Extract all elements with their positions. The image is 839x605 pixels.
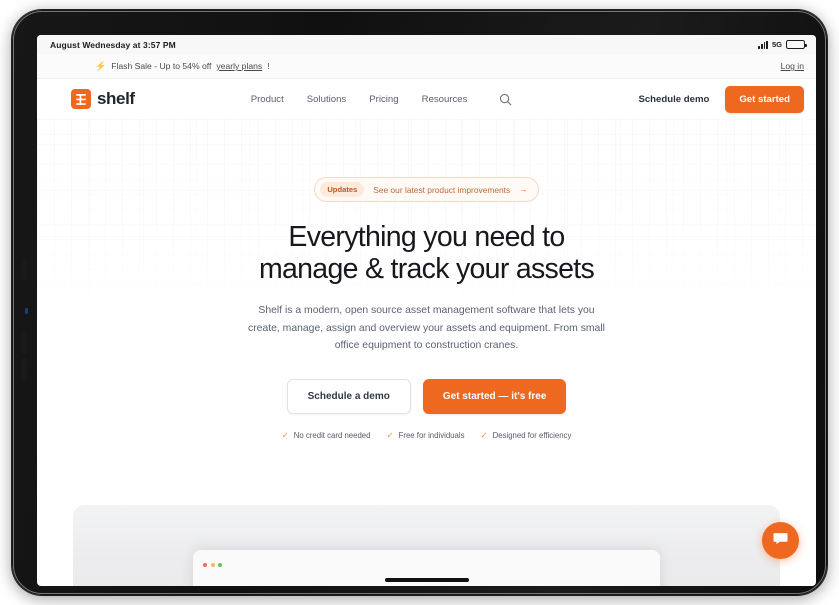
- site-logo[interactable]: shelf: [71, 89, 135, 109]
- login-link[interactable]: Log in: [781, 61, 804, 71]
- nav-item-pricing[interactable]: Pricing: [369, 94, 398, 105]
- window-minimize-dot-icon: [210, 563, 215, 567]
- search-icon[interactable]: [498, 92, 513, 107]
- promo-prefix: Flash Sale - Up to 54% off: [111, 61, 212, 71]
- hero-title-line-1: Everything you need to: [288, 221, 565, 253]
- status-bar-indicators: 5G: [758, 40, 807, 49]
- updates-pill-text: See our latest product improvements: [373, 184, 511, 195]
- hero-feature-list: ✓ No credit card needed ✓ Free for indiv…: [37, 431, 816, 440]
- promo-link[interactable]: yearly plans: [216, 61, 262, 71]
- arrow-right-icon: →: [519, 184, 528, 195]
- feature-item: ✓ Designed for efficiency: [480, 431, 571, 440]
- get-started-button[interactable]: Get started: [725, 85, 804, 113]
- nav-item-solutions[interactable]: Solutions: [307, 94, 346, 105]
- feature-item: ✓ No credit card needed: [282, 431, 371, 440]
- schedule-a-demo-button[interactable]: Schedule a demo: [286, 378, 411, 414]
- device-volume-down-button[interactable]: [22, 332, 27, 354]
- status-bar: August Wednesday at 3:57 PM 5G: [37, 35, 816, 54]
- feature-label: Free for individuals: [398, 430, 465, 440]
- device-volume-up-button[interactable]: [22, 258, 27, 280]
- check-icon: ✓: [281, 430, 289, 440]
- shelf-logo-icon: [71, 89, 91, 109]
- hero-content: Updates See our latest product improveme…: [37, 177, 816, 440]
- window-maximize-dot-icon: [218, 563, 222, 567]
- device-power-button[interactable]: [22, 358, 27, 380]
- site-logo-text: shelf: [97, 89, 135, 108]
- hero-cta-group: Schedule a demo Get started — it's free: [37, 378, 816, 414]
- device-screen: August Wednesday at 3:57 PM 5G ⚡ Flash S…: [37, 35, 816, 586]
- promo-banner[interactable]: ⚡ Flash Sale - Up to 54% off yearly plan…: [37, 54, 816, 79]
- nav-item-product[interactable]: Product: [251, 94, 284, 105]
- feature-label: Designed for efficiency: [492, 430, 572, 440]
- feature-label: No credit card needed: [293, 430, 371, 440]
- get-started-free-button[interactable]: Get started — it's free: [422, 378, 567, 414]
- lightning-bolt-icon: ⚡: [95, 60, 107, 71]
- check-icon: ✓: [480, 430, 488, 440]
- status-bar-time: August Wednesday at 3:57 PM: [50, 39, 176, 50]
- promo-banner-text: ⚡ Flash Sale - Up to 54% off yearly plan…: [95, 61, 270, 71]
- battery-icon: [786, 40, 807, 49]
- chat-support-button[interactable]: [762, 522, 799, 559]
- hero-title: Everything you need to manage & track yo…: [37, 221, 816, 285]
- window-close-dot-icon: [203, 563, 207, 567]
- product-showcase-panel: [73, 505, 780, 586]
- hero-section: Updates See our latest product improveme…: [37, 119, 816, 440]
- feature-item: ✓ Free for individuals: [386, 431, 464, 440]
- check-icon: ✓: [386, 430, 394, 440]
- tablet-device-frame: August Wednesday at 3:57 PM 5G ⚡ Flash S…: [12, 10, 827, 595]
- hero-subtitle: Shelf is a modern, open source asset man…: [248, 305, 605, 351]
- network-type-label: 5G: [771, 40, 782, 49]
- schedule-demo-link[interactable]: Schedule demo: [638, 94, 709, 105]
- header-actions: Schedule demo Get started: [638, 85, 804, 113]
- main-navigation: Product Solutions Pricing Resources: [251, 92, 514, 107]
- nav-item-resources[interactable]: Resources: [422, 94, 468, 105]
- chat-bubble-icon: [772, 530, 789, 552]
- browser-mockup-titlebar: [193, 550, 660, 580]
- site-header: shelf Product Solutions Pricing Resource…: [37, 79, 816, 119]
- updates-announcement-pill[interactable]: Updates See our latest product improveme…: [314, 177, 539, 202]
- signal-bars-icon: [758, 40, 768, 49]
- promo-suffix: !: [267, 61, 270, 71]
- updates-badge: Updates: [320, 182, 365, 197]
- device-indicator-light: [25, 308, 28, 314]
- home-indicator[interactable]: [384, 578, 469, 582]
- hero-title-line-2: manage & track your assets: [258, 253, 595, 286]
